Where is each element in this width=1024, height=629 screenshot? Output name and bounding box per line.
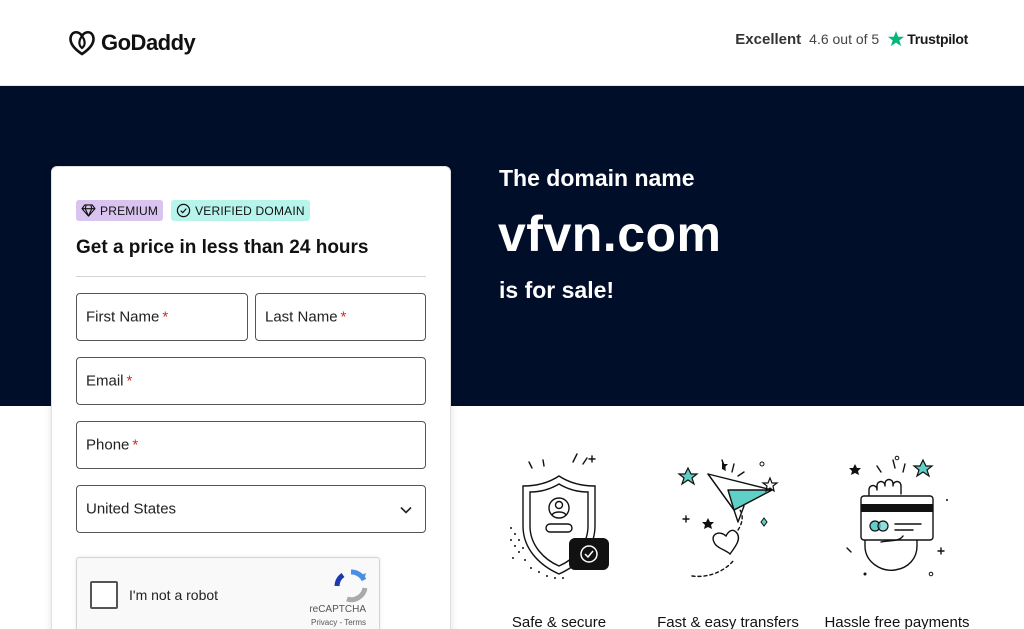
recaptcha-logo-icon [334, 569, 368, 603]
trust-rating-word: Excellent [735, 30, 802, 48]
trustpilot-rating[interactable]: Excellent 4.6 out of 5 Trustpilot [735, 30, 968, 48]
hand-card-icon [846, 455, 948, 577]
first-name-field[interactable]: First Name * [76, 293, 248, 341]
email-label: Email * [86, 372, 133, 390]
check-circle-icon [176, 203, 191, 218]
badge-row: PREMIUM VERIFIED DOMAIN [76, 200, 310, 221]
hero-pre-text: The domain name [499, 165, 695, 191]
recaptcha-links[interactable]: Privacy - Terms [311, 618, 366, 627]
country-select[interactable]: United States [76, 485, 426, 533]
recaptcha-brand: reCAPTCHA [309, 604, 366, 615]
premium-badge: PREMIUM [76, 200, 164, 221]
last-name-label: Last Name * [265, 308, 347, 326]
form-divider [76, 276, 426, 277]
form-title: Get a price in less than 24 hours [76, 237, 369, 258]
feature-label: Hassle free payments [824, 614, 970, 629]
trust-score: 4.6 out of 5 [809, 31, 880, 47]
recaptcha-widget: I'm not a robot reCAPTCHA Privacy - Term… [76, 557, 380, 629]
trustpilot-label: Trustpilot [907, 31, 968, 47]
premium-badge-label: PREMIUM [100, 203, 159, 218]
hero-domain-name: vfvn.com [498, 206, 722, 262]
hero-post-text: is for sale! [499, 277, 615, 303]
first-name-label: First Name * [86, 308, 169, 326]
recaptcha-checkbox[interactable] [90, 581, 118, 609]
feature-safe-secure: Safe & secure [499, 450, 619, 629]
diamond-icon [81, 204, 96, 217]
godaddy-logo-icon [69, 30, 95, 56]
feature-hassle-free-payments: Hassle free payments [824, 450, 970, 629]
last-name-field[interactable]: Last Name * [255, 293, 426, 341]
chevron-down-icon [400, 506, 412, 514]
feature-fast-transfers: Fast & easy transfers [657, 450, 799, 629]
trustpilot-brand: Trustpilot [887, 30, 968, 48]
shield-user-icon [510, 453, 609, 579]
verified-badge-label: VERIFIED DOMAIN [195, 203, 305, 218]
paper-plane-icon [677, 459, 779, 578]
phone-label: Phone * [86, 436, 139, 454]
site-header: GoDaddy Excellent 4.6 out of 5 Trustpilo… [0, 0, 1024, 86]
logo-wordmark: GoDaddy [101, 30, 196, 55]
trustpilot-star-icon [888, 31, 905, 47]
price-form-card: PREMIUM VERIFIED DOMAIN Get a price in l… [51, 166, 451, 629]
email-field[interactable]: Email * [76, 357, 426, 405]
verified-badge: VERIFIED DOMAIN [171, 200, 310, 221]
country-selected-value: United States [86, 500, 177, 518]
phone-field[interactable]: Phone * [76, 421, 426, 469]
recaptcha-label: I'm not a robot [129, 587, 219, 603]
godaddy-logo[interactable]: GoDaddy [67, 28, 196, 58]
